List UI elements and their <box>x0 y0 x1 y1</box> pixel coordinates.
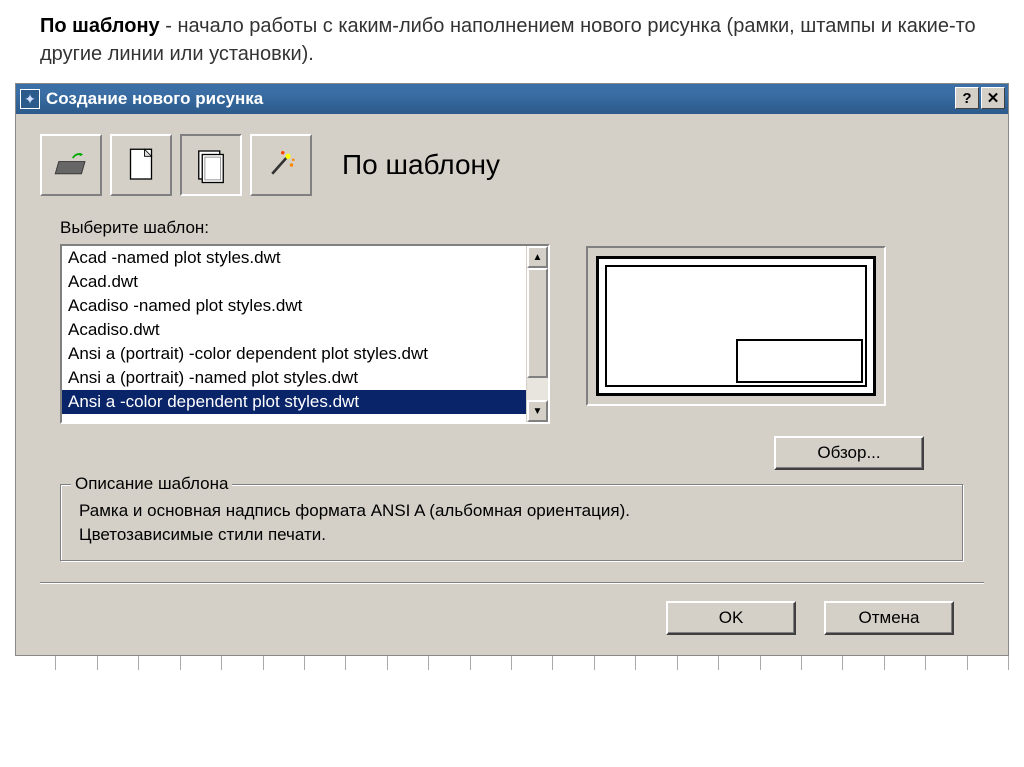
template-list-item[interactable]: Acadiso.dwt <box>62 318 526 342</box>
dialog-body: По шаблону Выберите шаблон: Acad -named … <box>16 114 1008 655</box>
mode-heading: По шаблону <box>342 149 500 181</box>
template-list-item[interactable]: Acad -named plot styles.dwt <box>62 246 526 270</box>
scroll-thumb[interactable] <box>527 268 548 378</box>
listbox-scrollbar[interactable]: ▲ ▼ <box>526 246 548 422</box>
ruler <box>15 656 1009 670</box>
preview-drawing <box>596 256 876 396</box>
template-list-item[interactable]: Ansi a (portrait) -color dependent plot … <box>62 342 526 366</box>
instruction-text: По шаблону - начало работы с каким-либо … <box>0 0 1024 83</box>
titlebar: ✦ Создание нового рисунка ? ✕ <box>16 84 1008 114</box>
template-list-item[interactable]: Acad.dwt <box>62 270 526 294</box>
cancel-button[interactable]: Отмена <box>824 601 954 635</box>
template-list-item[interactable]: Acadiso -named plot styles.dwt <box>62 294 526 318</box>
close-button[interactable]: ✕ <box>981 87 1005 109</box>
wizard-icon <box>260 144 302 186</box>
template-list-item[interactable]: Ansi a -color dependent plot styles.dwt <box>62 390 526 414</box>
mode-wizard-button[interactable] <box>250 134 312 196</box>
folder-open-icon <box>50 144 92 186</box>
ok-button[interactable]: OK <box>666 601 796 635</box>
instruction-bold: По шаблону <box>40 15 160 37</box>
description-line-1: Рамка и основная надпись формата ANSI A … <box>79 499 945 523</box>
dialog-title: Создание нового рисунка <box>46 89 263 109</box>
instruction-rest: - начало работы с каким-либо наполнением… <box>40 15 976 65</box>
scroll-down-button[interactable]: ▼ <box>527 400 548 422</box>
app-icon: ✦ <box>20 89 40 109</box>
template-page-icon <box>190 144 232 186</box>
blank-page-icon <box>120 144 162 186</box>
description-line-2: Цветозависимые стили печати. <box>79 523 945 547</box>
template-listbox[interactable]: Acad -named plot styles.dwtAcad.dwtAcadi… <box>60 244 550 424</box>
mode-blank-button[interactable] <box>110 134 172 196</box>
template-list-item[interactable]: Ansi a (portrait) -named plot styles.dwt <box>62 366 526 390</box>
template-list-label: Выберите шаблон: <box>60 218 550 238</box>
mode-toolbar <box>40 134 312 196</box>
dialog-window: ✦ Создание нового рисунка ? ✕ <box>15 83 1009 656</box>
mode-open-button[interactable] <box>40 134 102 196</box>
description-label: Описание шаблона <box>71 474 232 494</box>
browse-button[interactable]: Обзор... <box>774 436 924 470</box>
mode-template-button[interactable] <box>180 134 242 196</box>
scroll-track[interactable] <box>527 268 548 400</box>
template-preview <box>586 246 886 406</box>
description-group: Описание шаблона Рамка и основная надпис… <box>60 484 964 562</box>
help-button[interactable]: ? <box>955 87 979 109</box>
scroll-up-button[interactable]: ▲ <box>527 246 548 268</box>
